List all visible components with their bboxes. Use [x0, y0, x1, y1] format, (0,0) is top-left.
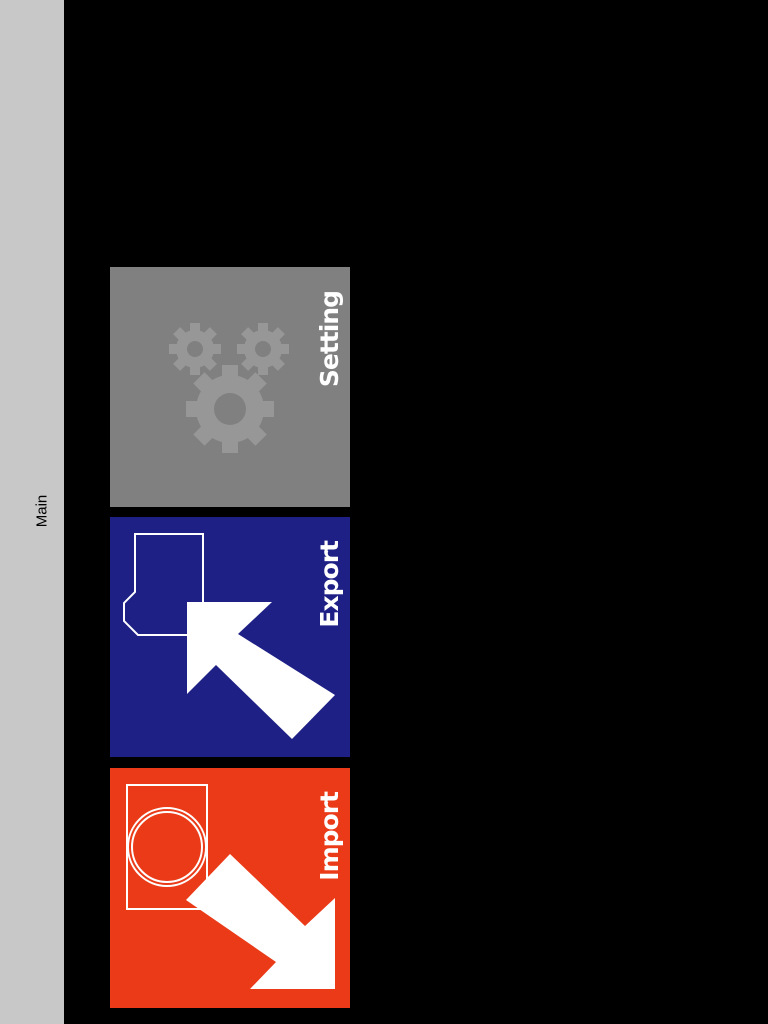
import-arrow-icon — [126, 784, 335, 989]
sidebar-title-main: Main — [33, 494, 51, 528]
gears-icon — [169, 323, 289, 453]
export-tile-label: Export — [315, 541, 344, 628]
setting-tile[interactable]: Setting — [110, 267, 350, 507]
export-arrow-icon — [123, 533, 335, 739]
export-tile[interactable]: Export — [110, 517, 350, 757]
import-tile-label: Import — [315, 792, 344, 881]
import-tile[interactable]: Import — [110, 768, 350, 1008]
sidebar: Main — [0, 0, 64, 1024]
setting-tile-label: Setting — [315, 291, 344, 388]
